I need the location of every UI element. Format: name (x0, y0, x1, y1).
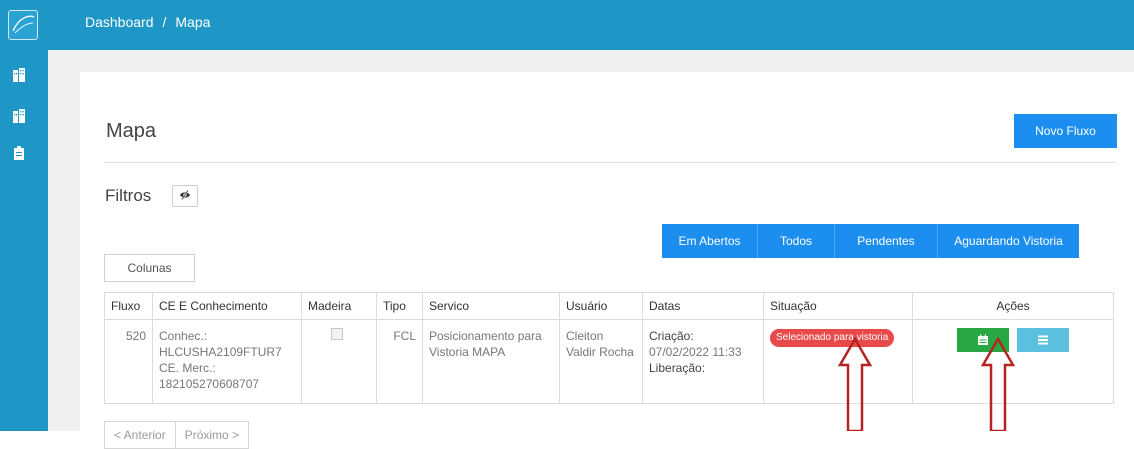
clipboard-icon[interactable] (11, 145, 27, 161)
divider (104, 162, 1116, 163)
filter-awaiting-inspection-button[interactable]: Aguardando Vistoria (938, 224, 1079, 258)
ce-merc-label: CE. Merc.: (159, 361, 216, 375)
madeira-checkbox (331, 328, 343, 340)
header-acoes: Ações (912, 292, 1114, 320)
new-flow-button[interactable]: Novo Fluxo (1014, 114, 1117, 148)
cell-ce: Conhec.: HLCUSHA2109FTUR7 CE. Merc.: 182… (152, 319, 302, 404)
arrow-up-icon (981, 336, 1015, 431)
filter-all-button[interactable]: Todos (758, 224, 835, 258)
page-title: Mapa (106, 120, 157, 142)
cell-datas: Criação: 07/02/2022 11:33 Liberação: (642, 319, 764, 404)
pagination: < Anterior Próximo > (104, 421, 250, 449)
next-page-button[interactable]: Próximo > (175, 421, 250, 449)
building-icon[interactable] (11, 67, 27, 83)
building-icon[interactable] (11, 108, 27, 124)
cell-fluxo: 520 (104, 319, 153, 404)
details-button[interactable] (1016, 328, 1069, 352)
arrow-up-icon (838, 336, 872, 431)
filters-label: Filtros (105, 186, 152, 205)
flows-table: Fluxo CE E Conhecimento Madeira Tipo Ser… (104, 292, 1114, 404)
filter-pending-button[interactable]: Pendentes (835, 224, 938, 258)
table-header-row: Fluxo CE E Conhecimento Madeira Tipo Ser… (104, 292, 1114, 320)
header-madeira[interactable]: Madeira (301, 292, 377, 320)
breadcrumb-separator: / (162, 14, 167, 30)
cell-madeira (301, 319, 377, 404)
creation-label: Criação: (649, 329, 694, 343)
ce-value: HLCUSHA2109FTUR7 (159, 345, 282, 359)
cell-servico: Posicionamento para Vistoria MAPA (422, 319, 560, 404)
content-area: Mapa Novo Fluxo Filtros Em Abertos Todos… (48, 50, 1134, 449)
cell-tipo: FCL (376, 319, 423, 404)
header-situacao[interactable]: Situação (763, 292, 913, 320)
previous-page-button[interactable]: < Anterior (104, 421, 176, 449)
header-fluxo[interactable]: Fluxo (104, 292, 153, 320)
breadcrumb-current: Mapa (175, 14, 211, 30)
cell-usuario: Cleiton Valdir Rocha (559, 319, 643, 404)
logo-icon[interactable] (8, 10, 38, 40)
table-row: 520 Conhec.: HLCUSHA2109FTUR7 CE. Merc.:… (104, 319, 1114, 404)
filter-open-button[interactable]: Em Abertos (662, 224, 758, 258)
columns-button[interactable]: Colunas (104, 254, 195, 282)
filters-toggle-button[interactable] (172, 185, 198, 207)
status-filter-group: Em Abertos Todos Pendentes Aguardando Vi… (662, 224, 1079, 258)
creation-date: 07/02/2022 11:33 (649, 345, 742, 359)
sidebar (0, 0, 48, 431)
breadcrumb-dashboard[interactable]: Dashboard (85, 14, 154, 30)
main-card: Mapa Novo Fluxo Filtros Em Abertos Todos… (80, 72, 1134, 449)
header-tipo[interactable]: Tipo (376, 292, 423, 320)
header-usuario[interactable]: Usuário (559, 292, 643, 320)
header-servico[interactable]: Servico (422, 292, 560, 320)
header-ce[interactable]: CE E Conhecimento (152, 292, 302, 320)
status-badge: Selecionado para vistoria (770, 329, 895, 347)
ce-label: Conhec.: (159, 329, 208, 343)
breadcrumb: Dashboard / Mapa (85, 14, 210, 30)
release-label: Liberação: (649, 361, 706, 375)
list-icon (1037, 335, 1048, 345)
header-datas[interactable]: Datas (642, 292, 764, 320)
eye-slash-icon (180, 189, 190, 200)
ce-merc-value: 182105270608707 (159, 377, 260, 391)
top-bar: Dashboard / Mapa (48, 0, 1134, 50)
